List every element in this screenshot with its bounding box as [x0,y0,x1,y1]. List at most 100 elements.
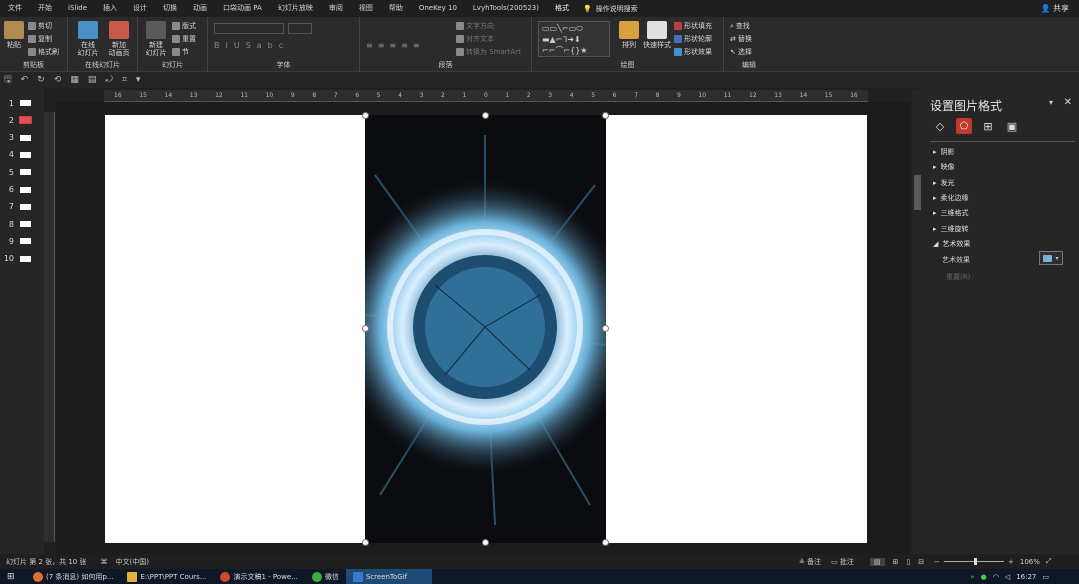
taskbar-item-explorer[interactable]: E:\PPT\PPT Cours... [120,569,213,584]
slide-thumbnail-5[interactable]: 5 [0,164,44,180]
quick-styles-button[interactable]: 快速样式 [642,21,672,49]
rotate-icon[interactable]: ⤾ [105,75,113,85]
tab-4[interactable]: 设计 [125,0,155,17]
close-icon[interactable]: ✕ [1064,97,1072,108]
smartart-button[interactable]: 转换为 SmartArt [456,47,521,57]
slide-thumbnail-1[interactable]: 1 [0,95,44,111]
layout-icon[interactable]: ▤ [88,75,97,85]
shape-effects-button[interactable]: 形状效果 [674,47,712,57]
text-direction-button[interactable]: 文字方向 [456,21,494,31]
tab-9[interactable]: 审阅 [321,0,351,17]
spellcheck-icon[interactable]: ⌘ [101,558,108,566]
language[interactable]: 中文(中国) [116,557,149,567]
reset-button[interactable]: 重置(R) [946,272,970,282]
tab-1[interactable]: 开始 [30,0,60,17]
share-button[interactable]: 👤 共享 [1040,3,1069,14]
font-name-input[interactable] [214,23,284,34]
pane-section-0[interactable]: ▸ 阴影 [933,147,955,157]
slide-thumbnail-3[interactable]: 3 [0,130,44,146]
slide-thumbnail-6[interactable]: 6 [0,182,44,198]
zoom-slider[interactable] [944,558,1005,565]
reset-button[interactable]: 重置 [172,34,196,44]
slideshow-icon[interactable]: ⊟ [918,558,924,566]
shape-fill-button[interactable]: 形状填充 [674,21,712,31]
effects-icon[interactable]: ⬠ [956,118,972,134]
taskbar-item-browser[interactable]: (7 条消息) 如何用p... [26,569,120,584]
grid-icon[interactable]: ▦ [70,75,79,85]
tab-14[interactable]: 格式 [547,0,577,17]
reading-view-icon[interactable]: ▯ [906,558,910,566]
shape-outline-button[interactable]: 形状轮廓 [674,34,712,44]
pane-section-5[interactable]: ▸ 三维旋转 [933,224,969,234]
taskbar-item-powerpoint[interactable]: 演示文稿1 - Powe... [213,569,304,584]
fill-line-icon[interactable]: ◇ [932,118,948,134]
clock[interactable]: 16:27 [1016,573,1036,581]
vertical-scrollbar[interactable] [912,90,922,554]
tab-10[interactable]: 视图 [351,0,381,17]
pane-section-1[interactable]: ▸ 映像 [933,162,955,172]
taskbar-item-screentogif[interactable]: ScreenToGif [345,569,432,584]
tab-6[interactable]: 动画 [185,0,215,17]
pane-section-2[interactable]: ▸ 发光 [933,178,955,188]
resize-handle-bl[interactable] [362,539,369,546]
font-style-buttons[interactable]: BIUSabc [214,41,289,50]
resize-handle-l[interactable] [362,325,369,332]
taskbar-item-wechat[interactable]: 微信 [305,569,346,584]
pane-section-4[interactable]: ▸ 三维格式 [933,208,969,218]
resize-handle-r[interactable] [602,325,609,332]
zoom-out-icon[interactable]: − [934,558,940,566]
paragraph-align-buttons[interactable]: ≡≡≡≡≡ [366,41,425,50]
tab-2[interactable]: iSlide [60,0,95,17]
save-icon[interactable]: 🖫 [4,72,12,88]
start-button[interactable]: ⊞ [0,569,26,584]
resize-handle-br[interactable] [602,539,609,546]
online-slides-button[interactable]: 在线 幻灯片 [74,21,102,57]
slide-thumbnail-7[interactable]: 7 [0,199,44,215]
tab-13[interactable]: LvyhTools(200523) [465,0,547,17]
shapes-gallery[interactable]: ▭▭╲⌐▭⬭ ▬▲⌐ᒣ➜⬇ ⌐⌐⌒⌐{}★ [538,21,610,57]
resize-handle-tl[interactable] [362,112,369,119]
network-icon[interactable]: ◠ [993,573,999,581]
comments-button[interactable]: ▭ 批注 [831,557,854,567]
arrange-button[interactable]: 排列 [618,21,640,49]
undo-icon[interactable]: ↶ [21,75,29,85]
font-size-input[interactable] [288,23,312,34]
slide-thumbnail-2[interactable]: 2 [0,112,44,128]
replace-button[interactable]: ⇄ 替换 [730,34,752,44]
find-button[interactable]: ⌕ 查找 [730,21,750,31]
redo-icon[interactable]: ↻ [37,75,45,85]
slide-thumbnail-9[interactable]: 9 [0,233,44,249]
notification-icon[interactable]: ▭ [1042,573,1049,581]
tray-wechat-icon[interactable]: ● [981,573,987,581]
tab-8[interactable]: 幻灯片放映 [270,0,321,17]
sorter-view-icon[interactable]: ⊞ [893,558,899,566]
customize-qat-icon[interactable]: ▾ [136,75,141,85]
tab-0[interactable]: 文件 [0,0,30,17]
pane-options-icon[interactable]: ▾ [1049,98,1053,107]
volume-icon[interactable]: ◁ [1005,573,1010,581]
picture-icon[interactable]: ▣ [1004,118,1020,134]
tab-11[interactable]: 帮助 [381,0,411,17]
slide-thumbnail-4[interactable]: 4 [0,147,44,163]
resize-handle-t[interactable] [482,112,489,119]
fit-slide-icon[interactable]: ⤢ [1046,557,1052,566]
zoom-in-icon[interactable]: + [1008,558,1014,566]
tell-me-search[interactable]: 💡 操作说明搜索 [583,4,638,14]
selected-picture[interactable] [365,115,606,543]
tab-3[interactable]: 插入 [95,0,125,17]
pane-section-3[interactable]: ▸ 柔化边缘 [933,193,969,203]
normal-view-icon[interactable]: ▤ [869,557,885,566]
format-painter-button[interactable]: 格式刷 [28,47,59,57]
zoom-level[interactable]: 106% [1020,558,1040,566]
tab-12[interactable]: OneKey 10 [411,0,465,17]
zoom-slider-thumb[interactable] [974,558,978,565]
crop-icon[interactable]: ⌗ [122,75,127,85]
new-slide-button[interactable]: 新建 幻灯片 [142,21,170,57]
paste-button[interactable]: 粘贴 [4,21,24,49]
cut-button[interactable]: 剪切 [28,21,52,31]
copy-button[interactable]: 复制 [28,34,52,44]
tab-5[interactable]: 切换 [155,0,185,17]
tray-app-icon[interactable]: » [970,573,974,581]
notes-button[interactable]: ≗ 备注 [799,557,821,567]
new-animation-page-button[interactable]: 新加 动画页 [104,21,134,57]
